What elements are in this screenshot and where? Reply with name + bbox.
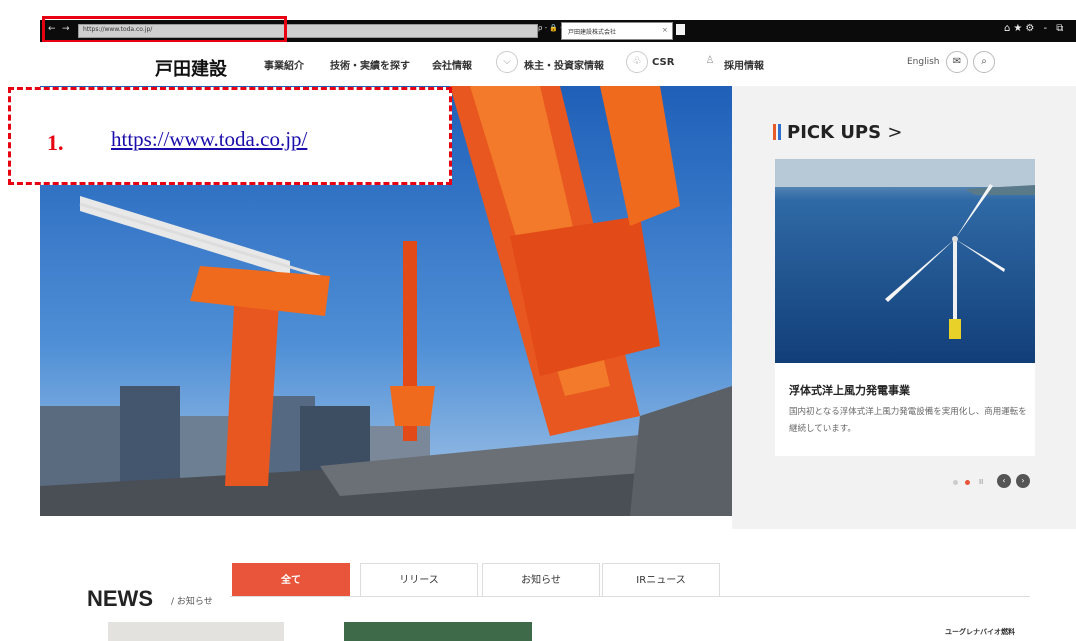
- chevron-right-icon: >: [887, 122, 903, 143]
- site-logo[interactable]: 戸田建設: [155, 55, 227, 81]
- news-tab-all[interactable]: 全て: [232, 563, 350, 596]
- nav-recruit[interactable]: 採用情報: [724, 57, 764, 72]
- browser-toolbar-icons[interactable]: ⌂★⚙ - ⧉: [1004, 23, 1066, 34]
- pickup-card-title[interactable]: 浮体式洋上風力発電事業: [789, 382, 910, 398]
- news-divider: [230, 596, 1030, 597]
- address-highlight-box: [42, 16, 287, 43]
- mail-icon[interactable]: ✉: [946, 51, 968, 73]
- carousel-dot[interactable]: [953, 480, 958, 485]
- browser-tab-label: 戸田建設株式会社: [568, 29, 617, 36]
- pickups-title-text: PICK UPS: [787, 122, 882, 143]
- chart-icon: ⌵: [496, 51, 518, 73]
- carousel-dot-active[interactable]: [965, 480, 970, 485]
- pickups-bar-blue: [778, 124, 781, 140]
- news-subtitle: / お知らせ: [171, 597, 213, 607]
- pause-icon[interactable]: II: [979, 478, 983, 486]
- callout-number: 1.: [47, 130, 64, 155]
- news-item-snippet[interactable]: ユーグレナバイオ燃料: [945, 627, 1015, 637]
- news-thumbnail[interactable]: [108, 622, 284, 641]
- wind-turbine-image: [775, 159, 1035, 363]
- news-tab-release[interactable]: リリース: [360, 563, 478, 596]
- tab-close-icon[interactable]: ×: [662, 26, 668, 34]
- leaf-icon: ♧: [626, 51, 648, 73]
- news-tab-notice[interactable]: お知らせ: [482, 563, 600, 596]
- new-tab-button[interactable]: [676, 24, 685, 35]
- nav-investors[interactable]: 株主・投資家情報: [524, 57, 604, 72]
- english-link[interactable]: English: [907, 57, 940, 67]
- callout-url-link[interactable]: https://www.toda.co.jp/: [111, 127, 307, 152]
- pickups-bar-orange: [773, 124, 776, 140]
- browser-tab[interactable]: 戸田建設株式会社: [561, 22, 673, 40]
- news-tab-ir[interactable]: IRニュース: [602, 563, 720, 596]
- next-arrow-icon[interactable]: ›: [1016, 474, 1030, 488]
- nav-technology[interactable]: 技術・実績を探す: [330, 57, 410, 72]
- search-icon[interactable]: ⌕: [973, 51, 995, 73]
- nav-business[interactable]: 事業紹介: [264, 57, 304, 72]
- pickups-title[interactable]: PICK UPS >: [773, 122, 902, 143]
- pickup-card-description: 国内初となる浮体式洋上風力発電設備を実用化し、商用運転を継続しています。: [789, 407, 1027, 434]
- prev-arrow-icon[interactable]: ‹: [997, 474, 1011, 488]
- news-title: NEWS: [87, 586, 153, 611]
- nav-company[interactable]: 会社情報: [432, 57, 472, 72]
- news-thumbnail[interactable]: [344, 622, 532, 641]
- person-icon: ♙: [705, 55, 715, 66]
- nav-csr[interactable]: CSR: [652, 57, 674, 68]
